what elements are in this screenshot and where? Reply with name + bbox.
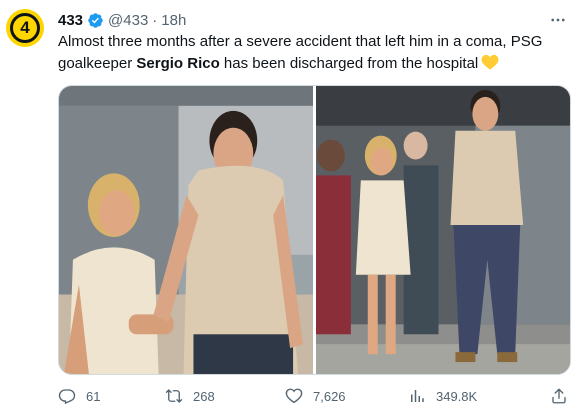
tweet-text: Almost three months after a severe accid…: [58, 31, 570, 75]
photo-right-image: [316, 86, 570, 374]
photo-right[interactable]: [316, 86, 570, 374]
photo-left-image: [59, 86, 313, 374]
tweet-header: 433 @433 · 18h: [58, 10, 186, 30]
retweet-icon: [165, 389, 183, 403]
like-count: 7,626: [313, 388, 346, 404]
yellow-heart-icon: [481, 54, 499, 70]
views-button[interactable]: 349.8K: [408, 387, 477, 405]
more-dots-icon: [551, 18, 565, 22]
share-icon: [552, 388, 566, 404]
views-chart-icon: [411, 390, 424, 402]
like-button[interactable]: 7,626: [285, 387, 346, 405]
views-count: 349.8K: [436, 388, 478, 404]
reply-button[interactable]: 61: [58, 387, 100, 405]
media-grid: [58, 85, 571, 375]
more-options-button[interactable]: [548, 10, 568, 30]
separator-dot: ·: [152, 11, 158, 29]
avatar[interactable]: 4: [6, 9, 44, 47]
verified-badge-icon: [88, 12, 103, 28]
reply-icon: [58, 389, 76, 405]
share-button[interactable]: [550, 387, 578, 405]
reply-count: 61: [86, 388, 101, 404]
action-bar: 61 268 7,626 349.8K: [58, 385, 570, 407]
user-handle[interactable]: @433: [108, 12, 148, 29]
display-name[interactable]: 433: [58, 12, 83, 29]
tweet-text-bold-name[interactable]: Sergio Rico: [136, 55, 219, 72]
retweet-count: 268: [193, 388, 215, 404]
tweet-text-end: has been discharged from the hospital: [219, 55, 479, 72]
avatar-label: 4: [10, 13, 40, 43]
photo-left[interactable]: [59, 86, 313, 374]
heart-icon: [285, 388, 303, 404]
timestamp[interactable]: 18h: [161, 12, 186, 29]
retweet-button[interactable]: 268: [165, 387, 215, 405]
